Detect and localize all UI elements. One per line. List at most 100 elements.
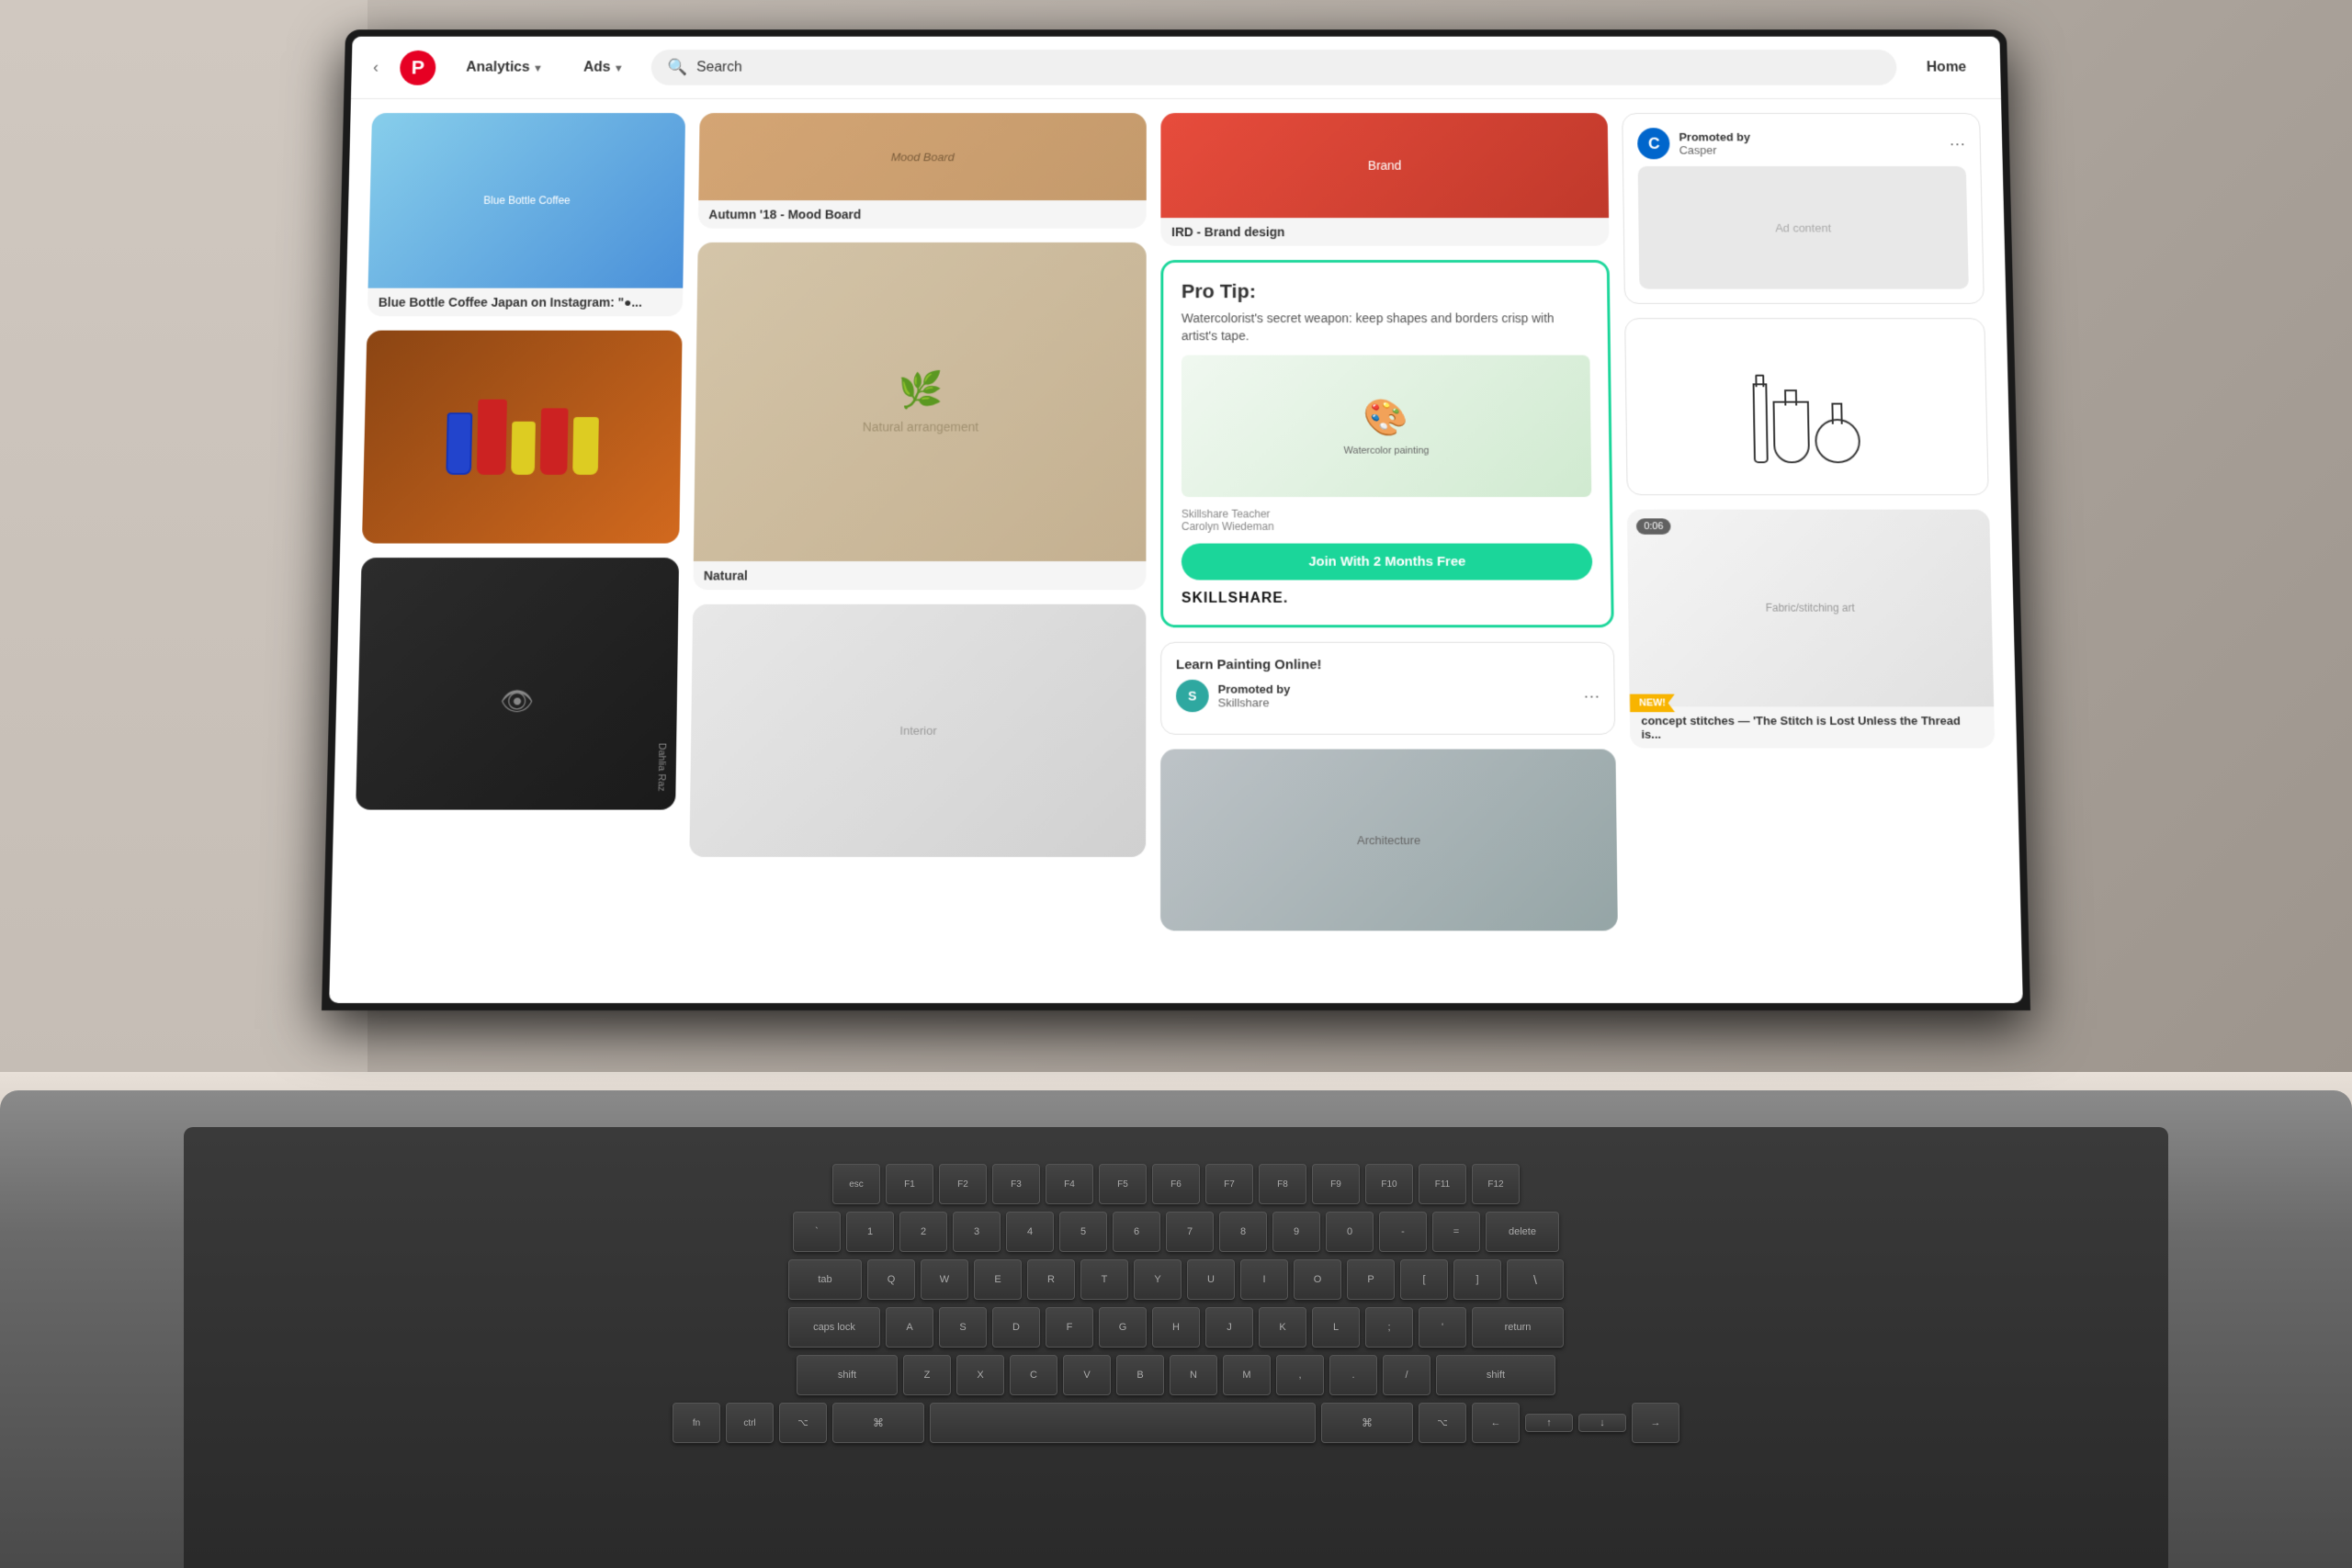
key-s[interactable]: S <box>939 1307 987 1348</box>
key-f9[interactable]: F9 <box>1312 1164 1360 1204</box>
back-button[interactable]: ‹ <box>373 58 379 76</box>
pin-card-natural[interactable]: 🌿 Natural arrangement Natural <box>693 243 1147 590</box>
key-t[interactable]: T <box>1080 1259 1128 1300</box>
key-arrow-up[interactable]: ↑ <box>1525 1414 1573 1432</box>
more-options-button-casper[interactable]: ··· <box>1949 134 1965 152</box>
key-i[interactable]: I <box>1240 1259 1288 1300</box>
pin-card-architecture[interactable]: Architecture <box>1160 750 1618 931</box>
key-tab[interactable]: tab <box>788 1259 862 1300</box>
key-d[interactable]: D <box>992 1307 1040 1348</box>
key-f4[interactable]: F4 <box>1046 1164 1093 1204</box>
key-option-right[interactable]: ⌥ <box>1419 1403 1466 1443</box>
key-j[interactable]: J <box>1205 1307 1253 1348</box>
key-cmd-right[interactable]: ⌘ <box>1321 1403 1413 1443</box>
key-space[interactable] <box>930 1403 1316 1443</box>
key-arrow-left[interactable]: ← <box>1472 1403 1520 1443</box>
key-fn-bottom[interactable]: fn <box>673 1403 720 1443</box>
pin-card-concept-stitches[interactable]: Fabric/stitching art 0:06 NEW! concept s… <box>1627 510 1995 749</box>
key-w[interactable]: W <box>921 1259 968 1300</box>
key-8[interactable]: 8 <box>1219 1212 1267 1252</box>
key-0[interactable]: 0 <box>1326 1212 1374 1252</box>
pin-card-bathroom[interactable]: Interior <box>689 604 1146 857</box>
key-f2[interactable]: F2 <box>939 1164 987 1204</box>
key-r[interactable]: R <box>1027 1259 1075 1300</box>
casper-brand-name: Casper <box>1679 143 1950 156</box>
key-x[interactable]: X <box>956 1355 1004 1395</box>
skillshare-protip-card[interactable]: Pro Tip: Watercolorist's secret weapon: … <box>1160 260 1614 627</box>
key-lbracket[interactable]: [ <box>1400 1259 1448 1300</box>
key-g[interactable]: G <box>1099 1307 1147 1348</box>
key-q[interactable]: Q <box>867 1259 915 1300</box>
key-v[interactable]: V <box>1063 1355 1111 1395</box>
key-backslash[interactable]: \ <box>1507 1259 1564 1300</box>
key-2[interactable]: 2 <box>899 1212 947 1252</box>
promoted-by-label-skillshare: Promoted by <box>1218 682 1584 696</box>
analytics-nav-item[interactable]: Analytics ▾ <box>453 52 553 82</box>
key-h[interactable]: H <box>1152 1307 1200 1348</box>
key-backtick[interactable]: ` <box>793 1212 841 1252</box>
key-p[interactable]: P <box>1347 1259 1395 1300</box>
key-arrow-down[interactable]: ↓ <box>1578 1414 1626 1432</box>
key-row-bottom: fn ctrl ⌥ ⌘ ⌘ ⌥ ← ↑ ↓ → <box>673 1403 1679 1443</box>
key-o[interactable]: O <box>1294 1259 1341 1300</box>
key-minus[interactable]: - <box>1379 1212 1427 1252</box>
key-3[interactable]: 3 <box>953 1212 1001 1252</box>
home-nav-link[interactable]: Home <box>1914 52 1979 82</box>
key-f12[interactable]: F12 <box>1472 1164 1520 1204</box>
key-e[interactable]: E <box>974 1259 1022 1300</box>
key-y[interactable]: Y <box>1134 1259 1182 1300</box>
more-options-button-skillshare[interactable]: ··· <box>1583 686 1600 705</box>
key-u[interactable]: U <box>1187 1259 1235 1300</box>
pin-card-autumn[interactable]: Mood Board Autumn '18 - Mood Board <box>697 113 1146 229</box>
key-f5[interactable]: F5 <box>1099 1164 1147 1204</box>
key-9[interactable]: 9 <box>1272 1212 1320 1252</box>
key-7[interactable]: 7 <box>1166 1212 1214 1252</box>
key-capslock[interactable]: caps lock <box>788 1307 880 1348</box>
search-bar[interactable]: 🔍 Search <box>651 50 1896 85</box>
pin-card-flasks[interactable] <box>1625 318 1989 495</box>
key-f11[interactable]: F11 <box>1419 1164 1466 1204</box>
pin-card-vases[interactable] <box>362 331 682 544</box>
key-6[interactable]: 6 <box>1113 1212 1160 1252</box>
key-delete[interactable]: delete <box>1486 1212 1559 1252</box>
join-skillshare-button[interactable]: Join With 2 Months Free <box>1182 544 1593 581</box>
key-k[interactable]: K <box>1259 1307 1306 1348</box>
key-f10[interactable]: F10 <box>1365 1164 1413 1204</box>
key-n[interactable]: N <box>1170 1355 1217 1395</box>
key-5[interactable]: 5 <box>1059 1212 1107 1252</box>
key-f6[interactable]: F6 <box>1152 1164 1200 1204</box>
key-f1[interactable]: F1 <box>886 1164 933 1204</box>
pin-card-ird[interactable]: Brand IRD - Brand design <box>1160 113 1610 246</box>
key-f7[interactable]: F7 <box>1205 1164 1253 1204</box>
key-4[interactable]: 4 <box>1006 1212 1054 1252</box>
pin-card-pants[interactable]: 👁 Dahlia Raz <box>356 558 679 809</box>
key-esc[interactable]: esc <box>832 1164 880 1204</box>
key-slash[interactable]: / <box>1383 1355 1430 1395</box>
key-b[interactable]: B <box>1116 1355 1164 1395</box>
key-z[interactable]: Z <box>903 1355 951 1395</box>
key-f3[interactable]: F3 <box>992 1164 1040 1204</box>
key-a[interactable]: A <box>886 1307 933 1348</box>
key-shift-left[interactable]: shift <box>797 1355 898 1395</box>
key-cmd-left[interactable]: ⌘ <box>832 1403 924 1443</box>
key-period[interactable]: . <box>1329 1355 1377 1395</box>
key-f8[interactable]: F8 <box>1259 1164 1306 1204</box>
key-rbracket[interactable]: ] <box>1453 1259 1501 1300</box>
key-quote[interactable]: ' <box>1419 1307 1466 1348</box>
ads-nav-item[interactable]: Ads ▾ <box>571 52 634 82</box>
pin-card-blue-bottle[interactable]: Blue Bottle Coffee Blue Bottle Coffee Ja… <box>368 113 685 316</box>
key-l[interactable]: L <box>1312 1307 1360 1348</box>
key-1[interactable]: 1 <box>846 1212 894 1252</box>
pinterest-logo[interactable]: P <box>400 50 436 85</box>
key-m[interactable]: M <box>1223 1355 1271 1395</box>
key-comma[interactable]: , <box>1276 1355 1324 1395</box>
key-return[interactable]: return <box>1472 1307 1564 1348</box>
key-c[interactable]: C <box>1010 1355 1057 1395</box>
key-equals[interactable]: = <box>1432 1212 1480 1252</box>
key-arrow-right[interactable]: → <box>1632 1403 1679 1443</box>
key-semicolon[interactable]: ; <box>1365 1307 1413 1348</box>
key-f[interactable]: F <box>1046 1307 1093 1348</box>
key-shift-right[interactable]: shift <box>1436 1355 1555 1395</box>
key-ctrl[interactable]: ctrl <box>726 1403 774 1443</box>
key-option[interactable]: ⌥ <box>779 1403 827 1443</box>
